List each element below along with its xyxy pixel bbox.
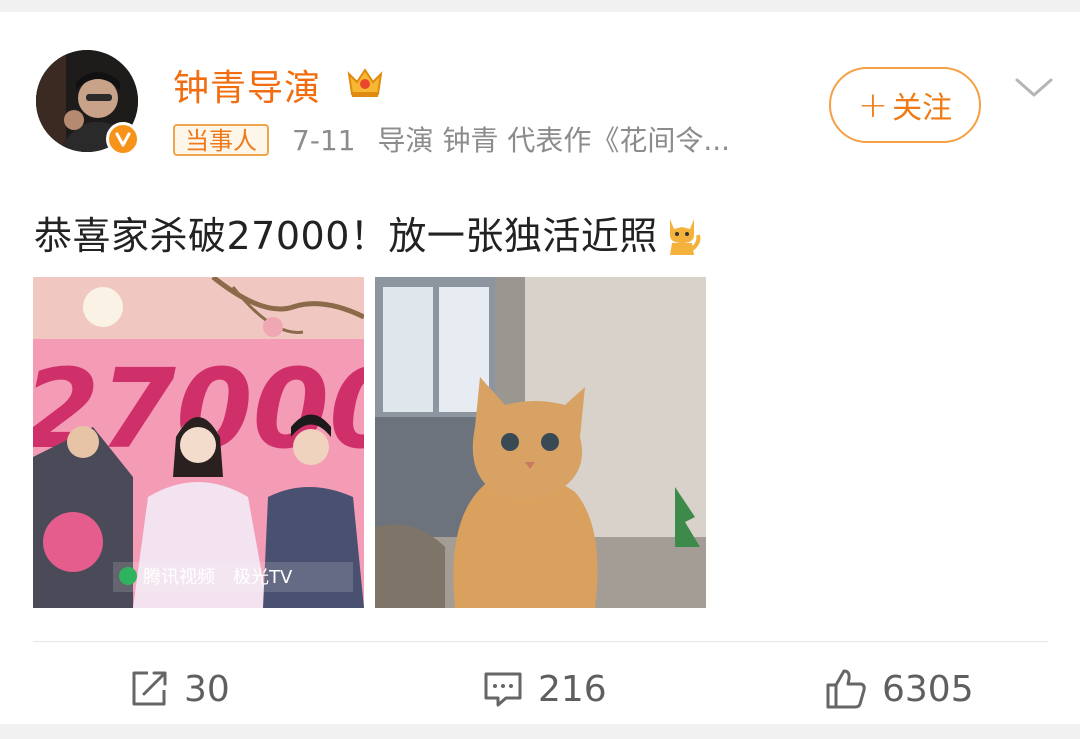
cat-emoji-icon	[669, 219, 701, 255]
svg-text:腾讯视频: 腾讯视频	[143, 567, 215, 588]
svg-text:极光TV: 极光TV	[233, 567, 293, 588]
repost-icon	[132, 671, 167, 706]
post-text: 恭喜家杀破27000！放一张独活近照	[34, 205, 702, 260]
like-button[interactable]: 6305	[824, 664, 974, 714]
repost-button[interactable]: 30	[128, 664, 230, 714]
comment-count: 216	[538, 668, 607, 710]
crown-icon[interactable]	[345, 64, 385, 100]
role-badge: 当事人	[173, 124, 269, 156]
post-meta: 7-11 导演 钟青 代表作《花间令...	[292, 124, 730, 158]
author-bio: 导演 钟青 代表作《花间令...	[377, 124, 731, 157]
post-date: 7-11	[292, 124, 356, 157]
comment-button[interactable]: 216	[482, 664, 607, 714]
author-name[interactable]: 钟青导演	[173, 59, 321, 111]
cat-photo-image[interactable]	[375, 277, 706, 608]
verified-icon	[106, 122, 140, 156]
post-card: 钟青导演 当事人 7-11 导演 钟青 代表作《花间令... + 关注 恭喜家杀破2…	[0, 12, 1080, 724]
post-body: 恭喜家杀破27000！放一张独活近照	[34, 214, 658, 258]
divider	[33, 641, 1048, 642]
repost-count: 30	[184, 668, 230, 710]
like-count: 6305	[882, 668, 974, 710]
comment-icon	[484, 672, 522, 707]
thumbs-up-icon	[826, 669, 866, 709]
drama-poster-image[interactable]: 27000 腾讯视频 极光TV	[33, 277, 364, 608]
follow-label: 关注	[892, 91, 953, 126]
follow-button[interactable]: + 关注	[829, 67, 981, 143]
chevron-down-icon[interactable]	[1014, 76, 1054, 100]
plus-icon: +	[857, 84, 889, 126]
